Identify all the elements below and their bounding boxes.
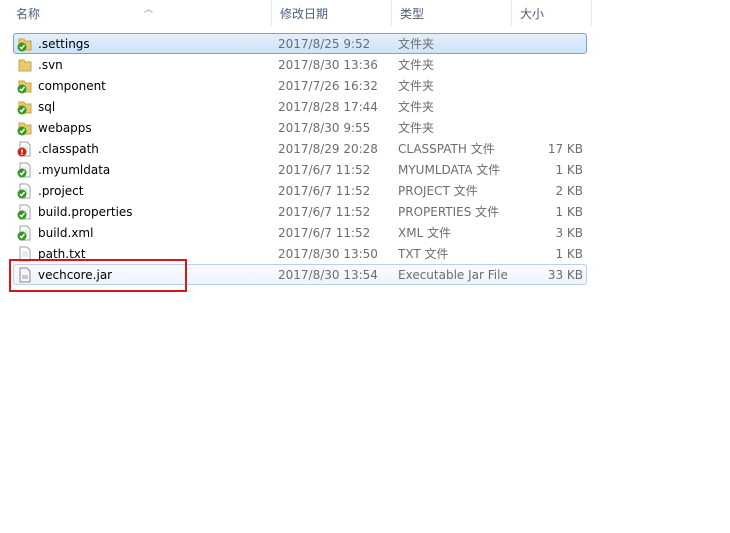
file-name: sql <box>38 100 56 114</box>
file-name: .myumldata <box>38 163 111 177</box>
file-date: 2017/8/30 13:36 <box>278 58 378 72</box>
highlight-annotation-box <box>9 259 187 292</box>
file-row[interactable]: build.xml 2017/6/7 11:52 XML 文件 3 KB <box>13 222 587 243</box>
file-svn-ok-icon <box>17 204 33 220</box>
file-svn-ok-icon <box>17 225 33 241</box>
file-date: 2017/6/7 11:52 <box>278 226 371 240</box>
folder-svn-ok-icon <box>17 78 33 94</box>
file-name: webapps <box>38 121 92 135</box>
file-row[interactable]: component 2017/7/26 16:32 文件夹 <box>13 75 587 96</box>
file-date: 2017/8/30 9:55 <box>278 121 371 135</box>
file-size: 1 KB <box>555 247 583 261</box>
file-svn-ok-icon <box>17 183 33 199</box>
file-date: 2017/8/29 20:28 <box>278 142 378 156</box>
file-row[interactable]: .project 2017/6/7 11:52 PROJECT 文件 2 KB <box>13 180 587 201</box>
file-size: 1 KB <box>555 163 583 177</box>
file-row[interactable]: .classpath 2017/8/29 20:28 CLASSPATH 文件 17 … <box>13 138 587 159</box>
column-header-name[interactable]: 名称 ︿ <box>8 0 272 26</box>
file-svn-modified-icon <box>17 141 33 157</box>
column-header-size[interactable]: 大小 <box>512 0 592 26</box>
file-type: XML 文件 <box>398 226 452 240</box>
file-type: PROJECT 文件 <box>398 184 478 198</box>
file-date: 2017/6/7 11:52 <box>278 163 371 177</box>
file-date: 2017/7/26 16:32 <box>278 79 378 93</box>
file-size: 17 KB <box>547 142 583 156</box>
file-name: .classpath <box>38 142 99 156</box>
file-date: 2017/8/30 13:50 <box>278 247 378 261</box>
file-row[interactable]: build.properties 2017/6/7 11:52 PROPERTIES… <box>13 201 587 222</box>
file-row[interactable]: .myumldata 2017/6/7 11:52 MYUMLDATA 文件 1 KB <box>13 159 587 180</box>
file-name: build.properties <box>38 205 133 219</box>
column-header-type[interactable]: 类型 <box>392 0 512 26</box>
file-type: Executable Jar File <box>398 268 508 282</box>
column-header-date[interactable]: 修改日期 <box>272 0 392 26</box>
file-name: build.xml <box>38 226 94 240</box>
file-name: .project <box>38 184 84 198</box>
file-svn-ok-icon <box>17 162 33 178</box>
file-row[interactable]: sql 2017/8/28 17:44 文件夹 <box>13 96 587 117</box>
column-header: 名称 ︿ 修改日期 类型 大小 <box>0 0 592 26</box>
folder-icon <box>17 57 33 73</box>
file-name: component <box>38 79 106 93</box>
folder-svn-ok-icon <box>17 36 33 52</box>
file-size: 33 KB <box>547 268 583 282</box>
file-date: 2017/6/7 11:52 <box>278 205 371 219</box>
file-row[interactable]: .svn 2017/8/30 13:36 文件夹 <box>13 54 587 75</box>
sort-ascending-icon: ︿ <box>144 5 154 15</box>
file-type: PROPERTIES 文件 <box>398 205 500 219</box>
folder-svn-ok-icon <box>17 99 33 115</box>
file-date: 2017/8/30 13:54 <box>278 268 378 282</box>
file-type: 文件夹 <box>398 37 435 51</box>
file-type: 文件夹 <box>398 100 435 114</box>
file-size: 3 KB <box>555 226 583 240</box>
file-type: MYUMLDATA 文件 <box>398 163 501 177</box>
file-date: 2017/6/7 11:52 <box>278 184 371 198</box>
file-type: 文件夹 <box>398 58 435 72</box>
file-type: 文件夹 <box>398 79 435 93</box>
file-name: .svn <box>38 58 63 72</box>
file-date: 2017/8/25 9:52 <box>278 37 371 51</box>
file-type: CLASSPATH 文件 <box>398 142 495 156</box>
file-row[interactable]: webapps 2017/8/30 9:55 文件夹 <box>13 117 587 138</box>
file-type: 文件夹 <box>398 121 435 135</box>
file-name: .settings <box>38 37 90 51</box>
file-size: 2 KB <box>555 184 583 198</box>
file-type: TXT 文件 <box>398 247 449 261</box>
file-row[interactable]: .settings 2017/8/25 9:52 文件夹 <box>13 33 587 54</box>
file-size: 1 KB <box>555 205 583 219</box>
file-date: 2017/8/28 17:44 <box>278 100 378 114</box>
folder-svn-ok-icon <box>17 120 33 136</box>
